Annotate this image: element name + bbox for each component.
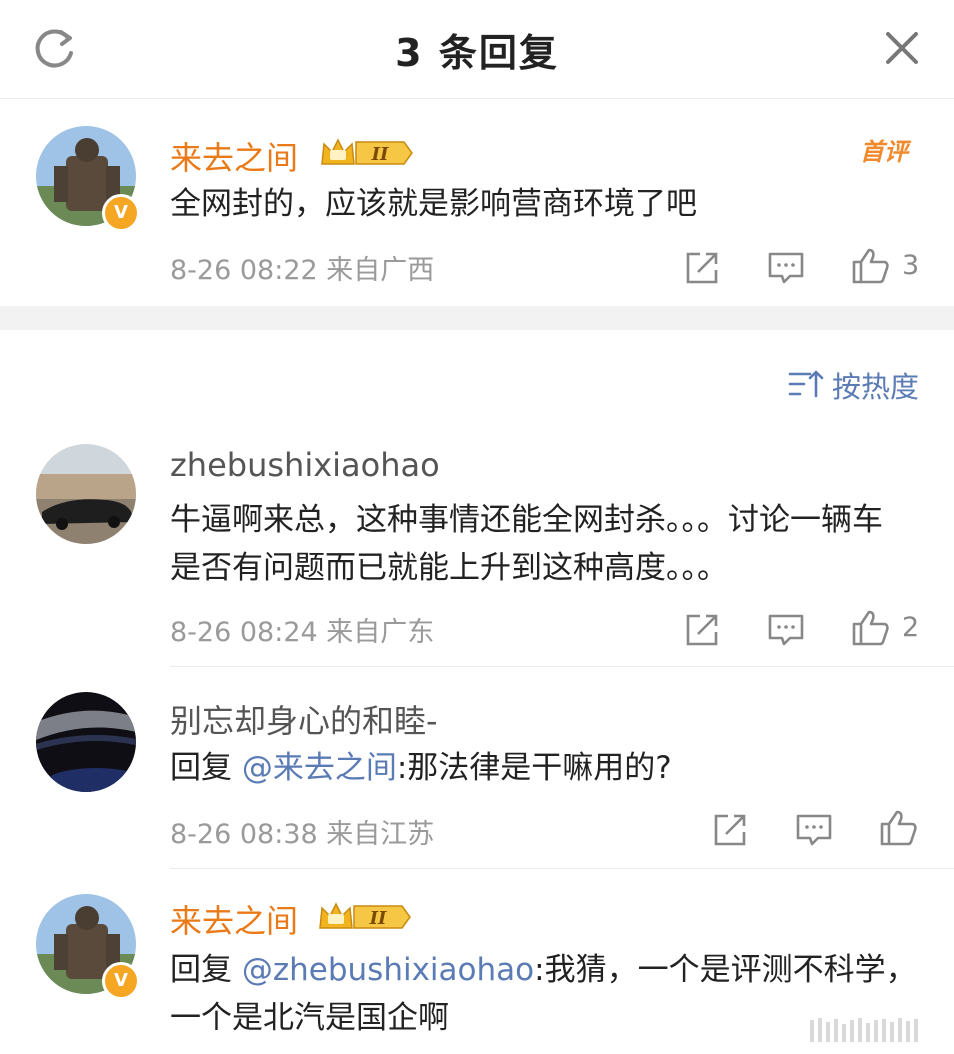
reply-body: :我猜，一个是评测不科学， xyxy=(534,952,917,988)
reply-meta: 8-26 08:24 来自广东 xyxy=(170,610,434,649)
crown-badge-icon[interactable]: II xyxy=(318,900,412,934)
close-icon[interactable] xyxy=(880,26,924,70)
like-count: 3 xyxy=(902,250,920,281)
comment-icon[interactable] xyxy=(766,610,806,650)
reply-text: 回复 @zhebushixiaohao:我猜，一个是评测不科学， xyxy=(170,946,917,994)
comment-icon[interactable] xyxy=(766,248,806,288)
username[interactable]: zhebushixiaohao xyxy=(170,446,440,484)
reply-time: 8-26 08:38 xyxy=(170,819,318,850)
badge-level: II xyxy=(371,144,389,165)
dialog-header: 3 条回复 xyxy=(0,0,954,99)
divider xyxy=(170,868,954,869)
reply-text-line2: 一个是北汽是国企啊 xyxy=(170,1000,449,1036)
verified-badge-icon: V xyxy=(102,962,140,1000)
section-separator xyxy=(0,306,954,330)
reply-time: 8-26 08:24 xyxy=(170,617,318,648)
like-icon[interactable] xyxy=(850,608,890,648)
reply-text: 回复 @来去之间:那法律是干嘛用的? xyxy=(170,744,672,792)
avatar[interactable] xyxy=(36,444,136,544)
reply-text-line2: 是否有问题而已就能上升到这种高度。。。 xyxy=(170,550,728,586)
username[interactable]: 别忘却身心的和睦- xyxy=(170,696,438,742)
like-count: 2 xyxy=(902,612,920,643)
username[interactable]: 来去之间 xyxy=(170,896,298,942)
divider xyxy=(170,666,954,667)
like-icon[interactable] xyxy=(878,808,918,848)
comment-text: 全网封的，应该就是影响营商环境了吧 xyxy=(170,186,697,222)
reply-text-line1: 牛逼啊来总，这种事情还能全网封杀。。。讨论一辆车 xyxy=(170,502,883,538)
watermark-logo xyxy=(810,1018,918,1042)
badge-level: II xyxy=(369,908,387,929)
sort-by-hot-button[interactable]: 按热度 xyxy=(832,364,919,406)
reply-prefix: 回复 xyxy=(170,750,232,786)
verified-badge-icon: V xyxy=(102,194,140,232)
mention-link[interactable]: @zhebushixiaohao xyxy=(242,952,534,988)
share-icon[interactable] xyxy=(682,610,722,650)
like-icon[interactable] xyxy=(850,246,890,286)
crown-badge-icon[interactable]: II xyxy=(320,136,414,170)
page-title: 3 条回复 xyxy=(395,31,559,75)
reply-location: 来自江苏 xyxy=(326,819,435,850)
comment-location: 来自广西 xyxy=(326,255,435,286)
comment-time: 8-26 08:22 xyxy=(170,255,318,286)
avatar[interactable] xyxy=(36,692,136,792)
mention-link[interactable]: @来去之间 xyxy=(242,750,397,786)
share-icon[interactable] xyxy=(710,810,750,850)
comment-icon[interactable] xyxy=(794,810,834,850)
first-comment-badge: 首评 xyxy=(860,138,908,166)
share-icon[interactable] xyxy=(682,248,722,288)
comment-meta: 8-26 08:22 来自广西 xyxy=(170,248,434,287)
reply-prefix: 回复 xyxy=(170,952,232,988)
reply-meta: 8-26 08:38 来自江苏 xyxy=(170,812,434,851)
reply-location: 来自广东 xyxy=(326,617,435,648)
username[interactable]: 来去之间 xyxy=(170,133,298,179)
sort-icon[interactable] xyxy=(788,368,824,400)
reply-body: :那法律是干嘛用的? xyxy=(396,750,672,786)
